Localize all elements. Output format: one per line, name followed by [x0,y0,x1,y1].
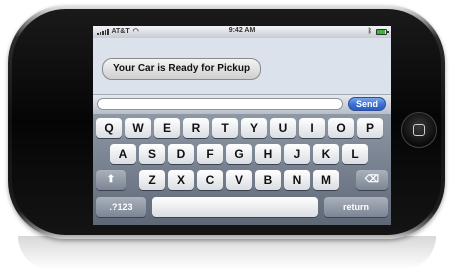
key-h[interactable]: H [255,144,281,164]
key-p[interactable]: P [357,118,383,138]
key-w[interactable]: W [125,118,151,138]
numbers-key[interactable]: .?123 [96,197,146,217]
backspace-key[interactable]: ⌫ [356,170,388,190]
keyboard-row-2: A S D F G H J K L [93,144,391,164]
key-u[interactable]: U [270,118,296,138]
key-y[interactable]: Y [241,118,267,138]
keyboard-row-1: Q W E R T Y U I O P [93,118,391,138]
key-r[interactable]: R [183,118,209,138]
key-g[interactable]: G [226,144,252,164]
message-input[interactable] [97,98,343,110]
key-m[interactable]: M [313,170,339,190]
key-o[interactable]: O [328,118,354,138]
key-k[interactable]: K [313,144,339,164]
phone-screen: AT&T ◠ 9:42 AM ᛒ Your Car is Ready for P… [93,26,391,225]
send-button[interactable]: Send [348,97,386,111]
key-s[interactable]: S [139,144,165,164]
key-v[interactable]: V [226,170,252,190]
key-x[interactable]: X [168,170,194,190]
incoming-message-bubble: Your Car is Ready for Pickup [102,58,262,80]
key-z[interactable]: Z [139,170,165,190]
key-f[interactable]: F [197,144,223,164]
space-key[interactable] [152,197,318,217]
shift-key[interactable]: ⬆ [96,170,126,190]
key-n[interactable]: N [284,170,310,190]
key-a[interactable]: A [110,144,136,164]
home-square-icon [413,124,425,136]
compose-bar: Send [93,94,391,114]
key-j[interactable]: J [284,144,310,164]
home-button[interactable] [401,112,437,148]
key-l[interactable]: L [342,144,368,164]
status-right: ᛒ [367,28,389,35]
key-t[interactable]: T [212,118,238,138]
keyboard-row-4: .?123 return [93,197,391,217]
return-key[interactable]: return [324,197,388,217]
key-c[interactable]: C [197,170,223,190]
key-i[interactable]: I [299,118,325,138]
keyboard: Q W E R T Y U I O P A S D F G H J K L ⬆ … [93,114,391,225]
keyboard-row-3: ⬆ Z X C V B N M ⌫ [93,170,391,190]
key-e[interactable]: E [154,118,180,138]
key-q[interactable]: Q [96,118,122,138]
battery-fill [377,29,385,34]
clock: 9:42 AM [228,27,256,34]
message-thread: Your Car is Ready for Pickup [93,38,391,94]
status-bar: AT&T ◠ 9:42 AM ᛒ [93,26,391,38]
bluetooth-icon: ᛒ [367,28,372,35]
battery-icon [376,28,389,35]
phone-reflection [18,236,436,270]
key-d[interactable]: D [168,144,194,164]
key-b[interactable]: B [255,170,281,190]
